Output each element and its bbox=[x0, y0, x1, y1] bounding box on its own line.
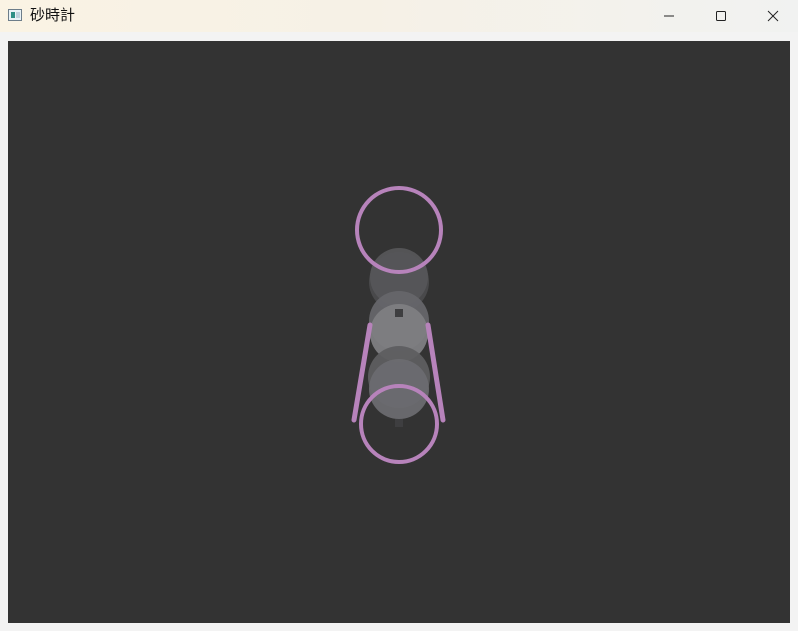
minimize-icon bbox=[664, 15, 674, 17]
hourglass-canvas[interactable] bbox=[8, 41, 790, 623]
window-title: 砂時計 bbox=[30, 6, 76, 24]
app-icon-left-pane bbox=[11, 12, 15, 18]
minimize-button[interactable] bbox=[646, 0, 692, 32]
neck-marker-bottom bbox=[395, 419, 403, 427]
ball-6 bbox=[369, 359, 429, 419]
neck-marker-top bbox=[395, 309, 403, 317]
close-icon bbox=[767, 10, 779, 22]
title-bar[interactable]: 砂時計 bbox=[0, 0, 798, 32]
maximize-button[interactable] bbox=[698, 0, 744, 32]
app-window-icon bbox=[8, 9, 22, 21]
close-button[interactable] bbox=[750, 0, 796, 32]
application-window: 砂時計 bbox=[0, 0, 798, 631]
app-icon-right-pane bbox=[16, 12, 20, 18]
hourglass-drawing bbox=[8, 41, 790, 623]
maximize-icon bbox=[716, 11, 726, 21]
